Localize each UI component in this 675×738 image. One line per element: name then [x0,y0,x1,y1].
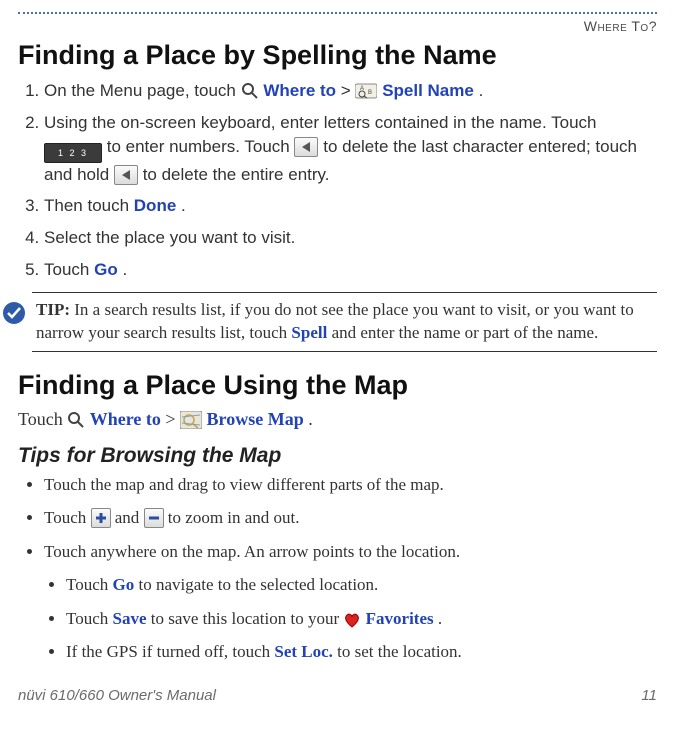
link-spell: Spell [291,323,327,342]
step-2-text-d: to delete the entire entry. [143,165,330,184]
step-2: Using the on-screen keyboard, enter lett… [44,111,657,187]
step-1-sep: > [341,81,356,100]
sub-3-a: If the GPS if turned off, touch [66,642,274,661]
para-end: . [308,409,313,429]
tip-2-a: Touch [44,508,91,527]
para-sep: > [165,409,180,429]
back-key-icon [294,137,318,157]
step-4: Select the place you want to visit. [44,226,657,250]
step-1-text-a: On the Menu page, touch [44,81,241,100]
steps-spell-name: On the Menu page, touch Where to > AB Sp… [44,79,657,282]
tip-3: Touch anywhere on the map. An arrow poin… [44,539,657,565]
tip-label: TIP: [36,300,70,319]
step-5-text-a: Touch [44,260,94,279]
link-where-to-1: Where to [263,81,336,100]
browse-map-icon [180,411,202,429]
para-browse-map: Touch Where to > Browse Map . [18,409,657,430]
tips-sublist: Touch Go to navigate to the selected loc… [66,572,657,665]
sub-1: Touch Go to navigate to the selected loc… [66,572,657,598]
heading-tips: Tips for Browsing the Map [18,444,657,468]
footer-page-number: 11 [641,687,657,704]
heading-using-map: Finding a Place Using the Map [18,370,657,401]
link-go-2: Go [113,575,135,594]
sub-1-c: to navigate to the selected location. [138,575,378,594]
step-3-end: . [181,196,186,215]
tip-2-b: and [115,508,144,527]
tip-text: TIP: In a search results list, if you do… [36,299,653,345]
link-set-loc: Set Loc. [274,642,333,661]
tip-text-c: and enter the name or part of the name. [332,323,599,342]
link-favorites: Favorites [366,609,434,628]
link-where-to-2: Where to [90,409,161,429]
tip-1: Touch the map and drag to view different… [44,472,657,498]
sub-2-end: . [438,609,442,628]
sub-3-c: to set the location. [337,642,462,661]
step-5: Touch Go . [44,258,657,282]
magnifier-icon-2 [67,411,85,429]
tip-2: Touch and to zoom in and out. [44,505,657,531]
sub-2-a: Touch [66,609,113,628]
link-go: Go [94,260,118,279]
magnifier-icon [241,82,259,100]
footer: nüvi 610/660 Owner's Manual 11 [18,687,657,714]
step-2-text-b: to enter numbers. Touch [107,137,295,156]
minus-icon [144,508,164,528]
para-a: Touch [18,409,67,429]
step-1: On the Menu page, touch Where to > AB Sp… [44,79,657,103]
sub-2-c: to save this location to your [151,609,344,628]
footer-left: nüvi 610/660 Owner's Manual [18,687,216,704]
sub-1-a: Touch [66,575,113,594]
tip-2-c: to zoom in and out. [168,508,300,527]
tips-list: Touch the map and drag to view different… [44,472,657,565]
step-2-text-a: Using the on-screen keyboard, enter lett… [44,113,597,132]
sub-3: If the GPS if turned off, touch Set Loc.… [66,639,657,665]
heading-spell-name: Finding a Place by Spelling the Name [18,40,657,71]
link-spell-name: Spell Name [382,81,474,100]
link-save: Save [113,609,147,628]
link-browse-map: Browse Map [207,409,304,429]
step-5-end: . [122,260,127,279]
back-key-icon-2 [114,165,138,185]
step-1-end: . [479,81,484,100]
step-3-text-a: Then touch [44,196,134,215]
running-head: Where To? [18,18,657,34]
top-border [18,12,657,14]
svg-text:B: B [368,90,372,96]
numbers-key-icon: 1 2 3 [44,143,102,163]
sub-2: Touch Save to save this location to your… [66,606,657,632]
plus-icon [91,508,111,528]
link-done: Done [134,196,177,215]
spell-name-icon: AB [355,82,377,100]
tip-box: TIP: In a search results list, if you do… [32,292,657,352]
checkmark-icon [2,301,26,345]
heart-icon [343,612,361,628]
step-3: Then touch Done . [44,194,657,218]
